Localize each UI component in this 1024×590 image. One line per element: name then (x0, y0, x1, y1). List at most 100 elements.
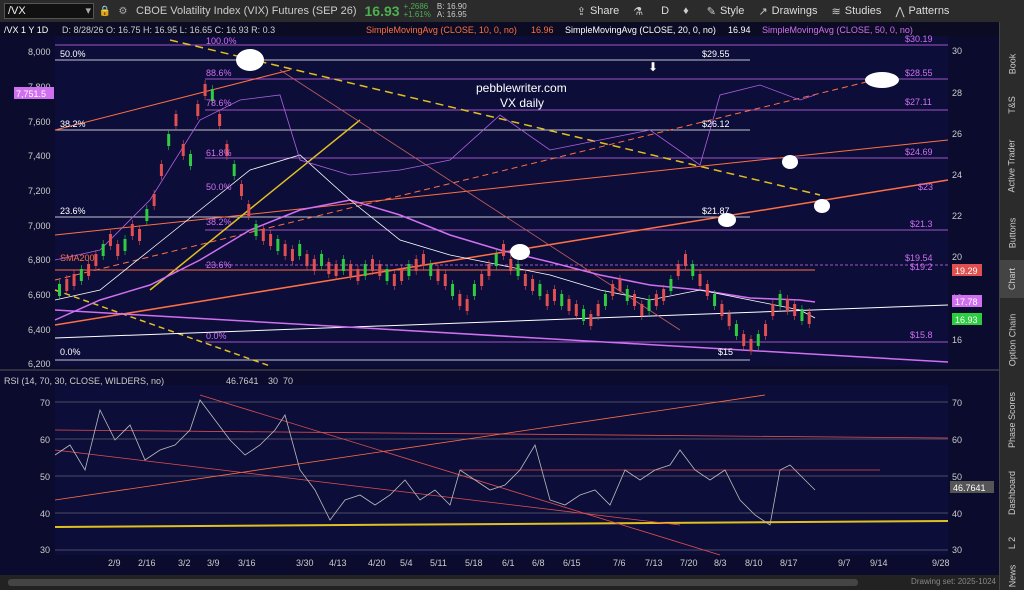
fib-left-label: 50.0% (60, 49, 86, 59)
candle-body (327, 262, 331, 274)
patterns-label: Patterns (908, 5, 950, 17)
x-tick: 8/3 (714, 558, 727, 568)
clear-symbol-icon[interactable]: ▾ (85, 4, 91, 17)
x-tick: 7/20 (680, 558, 698, 568)
rsi-tick: 70 (40, 398, 50, 408)
candle-body (742, 334, 746, 346)
candle-body (756, 334, 760, 346)
style-button[interactable]: ✎ Style (707, 5, 745, 18)
share-label: Share (589, 5, 620, 17)
candle-body (633, 294, 637, 306)
aggregation-label: D (661, 5, 670, 17)
rsi-tick: 30 (40, 545, 50, 555)
symbol-input[interactable]: /VX ▾ (4, 3, 94, 19)
candle-body (764, 324, 768, 336)
level-label: $29.55 (702, 49, 730, 59)
sidebar-tab-chart[interactable]: Chart (1000, 260, 1024, 298)
sidebar-tab-option-chain[interactable]: Option Chain (1000, 302, 1024, 378)
fib-label: 88.6% (206, 68, 232, 78)
rsi-tick: 70 (952, 398, 962, 408)
share-button[interactable]: ⇪ Share (577, 5, 620, 18)
studies-label: Studies (844, 5, 882, 17)
x-tick: 4/20 (368, 558, 386, 568)
link-icon[interactable]: ⚙ (116, 4, 130, 18)
candle-body (531, 279, 535, 291)
candle-body (509, 259, 513, 271)
style-icon: ✎ (706, 5, 716, 18)
horizontal-scrollbar[interactable] (8, 579, 858, 586)
watermark-subtitle: VX daily (500, 96, 544, 110)
x-tick: 4/13 (329, 558, 347, 568)
candle-body (378, 264, 382, 276)
candle-body (269, 234, 273, 246)
sidebar-tab-news[interactable]: News (1000, 562, 1024, 590)
sidebar-tab-phase-scores[interactable]: Phase Scores (1000, 382, 1024, 458)
candle-body (247, 204, 251, 216)
candle-body (603, 294, 607, 306)
bottom-bar: Drawing set: 2025-1024 (0, 575, 1000, 590)
sidebar-tab-dashboard[interactable]: Dashboard (1000, 462, 1024, 524)
sidebar-tab-l2[interactable]: L 2 (1000, 527, 1024, 559)
candle-body (582, 309, 586, 321)
aggregation-button[interactable]: D (661, 5, 669, 17)
candle-body (385, 269, 389, 281)
flask-button[interactable]: ⚗ (633, 5, 647, 18)
x-tick: 7/13 (645, 558, 663, 568)
candle-body (785, 299, 789, 311)
change-pct: +1.61% (403, 10, 431, 19)
drawings-button[interactable]: ↗ Drawings (758, 5, 817, 18)
candle-body (698, 274, 702, 286)
candle-body (407, 264, 411, 276)
candle-body (123, 239, 127, 251)
candle-body (611, 284, 615, 296)
left-tick: 7,400 (28, 151, 51, 161)
top-toolbar: /VX ▾ 🔒 ⚙ CBOE Volatility Index (VIX) Fut… (0, 0, 1024, 23)
candle-body (130, 224, 134, 236)
fib-label: 61.8% (206, 148, 232, 158)
sidebar-tab-label: Dashboard (1007, 470, 1017, 516)
candle-body (65, 279, 69, 291)
left-tick: 6,400 (28, 325, 51, 335)
x-tick: 5/4 (400, 558, 413, 568)
rsi-tick: 60 (40, 435, 50, 445)
rsi-os: 70 (283, 376, 293, 386)
candle-body (676, 264, 680, 276)
right-sidebar: News L 2 Dashboard Phase Scores Option C… (999, 22, 1024, 590)
candle-body (480, 274, 484, 286)
drawing-set-label: Drawing set: 2025-1024 (911, 577, 996, 586)
bell-button[interactable]: ♦ (683, 5, 693, 17)
x-tick: 3/2 (178, 558, 191, 568)
level-label: $30.19 (905, 34, 933, 44)
candle-body (487, 264, 491, 276)
patterns-icon: ⋀ (895, 5, 905, 18)
chart-area[interactable]: /VX 1 Y 1D D: 8/28/26 O: 16.75 H: 16.95 … (0, 22, 1000, 575)
right-tick: 28 (952, 88, 962, 98)
candle-body (312, 259, 316, 271)
sidebar-tab-book[interactable]: Book (1000, 44, 1024, 84)
price-badge-text: 19.29 (955, 266, 978, 276)
candle-body (800, 309, 804, 321)
sma200-label: SMA200 (60, 253, 95, 263)
candle-body (138, 229, 142, 241)
candle-body (778, 294, 782, 306)
down-arrow-icon: ⬇ (648, 60, 658, 74)
sidebar-tab-label: News (1006, 564, 1017, 588)
candle-body (87, 264, 91, 276)
patterns-button[interactable]: ⋀ Patterns (895, 5, 949, 18)
candle-body (574, 304, 578, 316)
candle-body (94, 254, 98, 266)
candle-body (807, 312, 811, 324)
symbol-description: CBOE Volatility Index (VIX) Futures (SEP… (136, 5, 357, 17)
lock-icon[interactable]: 🔒 (98, 4, 112, 18)
sidebar-tab-ts[interactable]: T&S (1000, 86, 1024, 124)
candle-body (261, 229, 265, 241)
bell-icon: ♦ (683, 5, 689, 17)
flask-icon: ⚗ (633, 5, 644, 18)
candle-body (101, 244, 105, 256)
candle-body (349, 264, 353, 276)
candle-body (545, 294, 549, 306)
sidebar-tab-active-trader[interactable]: Active Trader (1000, 126, 1024, 206)
candle-body (189, 154, 193, 166)
studies-button[interactable]: ≋ Studies (832, 5, 882, 18)
sidebar-tab-buttons[interactable]: Buttons (1000, 208, 1024, 258)
